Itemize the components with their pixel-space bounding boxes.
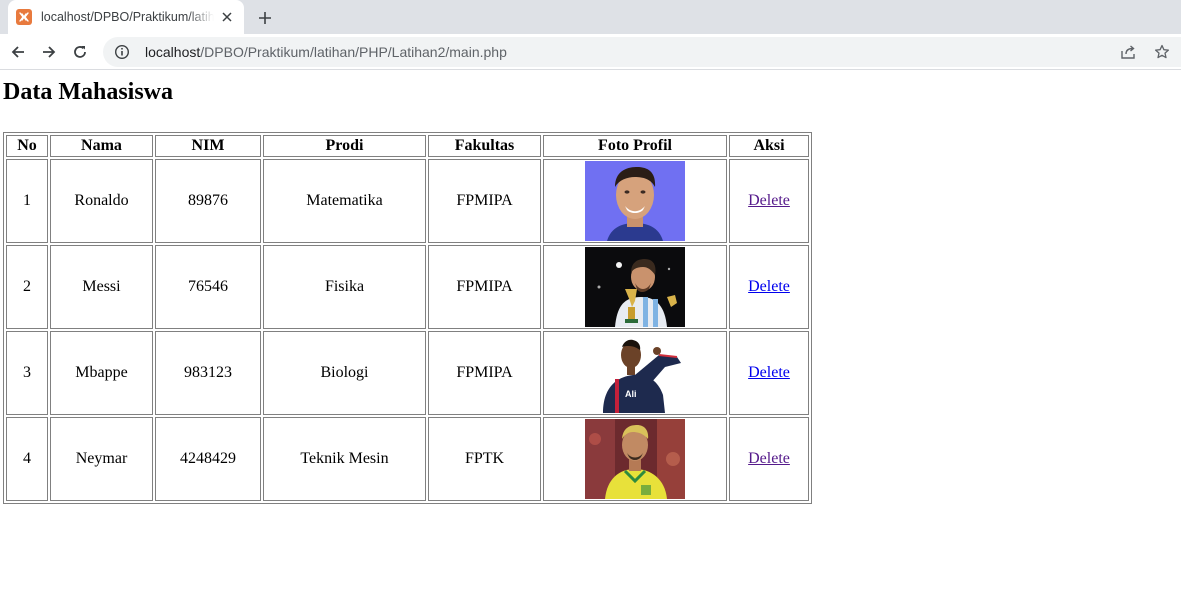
cell-nim: 983123: [155, 331, 261, 415]
cell-no: 4: [6, 417, 48, 501]
cell-no: 1: [6, 159, 48, 243]
cell-foto: [543, 417, 727, 501]
cell-foto: Ali: [543, 331, 727, 415]
cell-fakultas: FPTK: [428, 417, 541, 501]
table-row: 3 Mbappe 983123 Biologi FPMIPA Ali Delet…: [6, 331, 809, 415]
cell-fakultas: FPMIPA: [428, 245, 541, 329]
cell-nim: 76546: [155, 245, 261, 329]
header-prodi: Prodi: [263, 135, 426, 157]
header-fakultas: Fakultas: [428, 135, 541, 157]
header-nim: NIM: [155, 135, 261, 157]
bookmark-star-icon[interactable]: [1147, 37, 1177, 67]
cell-aksi: Delete: [729, 245, 809, 329]
cell-nim: 89876: [155, 159, 261, 243]
table-row: 4 Neymar 4248429 Teknik Mesin FPTK Delet…: [6, 417, 809, 501]
profile-photo-portrait: [585, 161, 685, 241]
browser-toolbar: localhost/DPBO/Praktikum/latihan/PHP/Lat…: [0, 34, 1181, 70]
table-row: 2 Messi 76546 Fisika FPMIPA Delete: [6, 245, 809, 329]
cell-prodi: Biologi: [263, 331, 426, 415]
table-header-row: No Nama NIM Prodi Fakultas Foto Profil A…: [6, 135, 809, 157]
share-icon[interactable]: [1113, 37, 1143, 67]
cell-nama: Mbappe: [50, 331, 153, 415]
cell-fakultas: FPMIPA: [428, 159, 541, 243]
cell-aksi: Delete: [729, 331, 809, 415]
delete-link[interactable]: Delete: [748, 364, 790, 381]
delete-link[interactable]: Delete: [748, 450, 790, 467]
delete-link[interactable]: Delete: [748, 278, 790, 295]
profile-photo-trophy: [585, 247, 685, 327]
address-bar[interactable]: localhost/DPBO/Praktikum/latihan/PHP/Lat…: [103, 37, 1181, 67]
svg-text:Ali: Ali: [625, 389, 637, 399]
cell-nama: Neymar: [50, 417, 153, 501]
header-nama: Nama: [50, 135, 153, 157]
cell-no: 2: [6, 245, 48, 329]
browser-tab[interactable]: localhost/DPBO/Praktikum/latihan/PHP/Lat…: [8, 0, 244, 34]
browser-chrome: localhost/DPBO/Praktikum/latihan/PHP/Lat…: [0, 0, 1181, 70]
cell-foto: [543, 245, 727, 329]
close-tab-icon[interactable]: [218, 8, 236, 26]
cell-nama: Messi: [50, 245, 153, 329]
page-title: Data Mahasiswa: [3, 79, 174, 105]
header-aksi: Aksi: [729, 135, 809, 157]
profile-photo-jersey: Ali: [585, 333, 685, 413]
mahasiswa-table: No Nama NIM Prodi Fakultas Foto Profil A…: [3, 132, 812, 504]
cell-nim: 4248429: [155, 417, 261, 501]
delete-link[interactable]: Delete: [748, 192, 790, 209]
page-content: Data Mahasiswa No Nama NIM Prodi Fakulta…: [0, 78, 1181, 504]
cell-nama: Ronaldo: [50, 159, 153, 243]
header-no: No: [6, 135, 48, 157]
cell-fakultas: FPMIPA: [428, 331, 541, 415]
cell-foto: [543, 159, 727, 243]
new-tab-plus-icon[interactable]: [254, 7, 276, 29]
forward-arrow-icon[interactable]: [35, 38, 63, 66]
profile-photo-yellow-jersey: [585, 419, 685, 499]
cell-aksi: Delete: [729, 159, 809, 243]
xampp-favicon-icon: [16, 9, 32, 25]
url-text: localhost/DPBO/Praktikum/latihan/PHP/Lat…: [145, 44, 507, 60]
address-bar-actions: [1113, 37, 1181, 67]
cell-prodi: Teknik Mesin: [263, 417, 426, 501]
cell-no: 3: [6, 331, 48, 415]
reload-icon[interactable]: [66, 38, 94, 66]
url-host: localhost: [145, 44, 201, 60]
cell-aksi: Delete: [729, 417, 809, 501]
cell-prodi: Fisika: [263, 245, 426, 329]
cell-prodi: Matematika: [263, 159, 426, 243]
url-path: /DPBO/Praktikum/latihan/PHP/Latihan2/mai…: [200, 44, 507, 60]
site-info-icon[interactable]: [113, 43, 131, 61]
tab-title: localhost/DPBO/Praktikum/latihan/PHP/Lat…: [41, 10, 215, 24]
back-arrow-icon[interactable]: [4, 38, 32, 66]
header-foto-profil: Foto Profil: [543, 135, 727, 157]
table-row: 1 Ronaldo 89876 Matematika FPMIPA Delete: [6, 159, 809, 243]
tab-strip: localhost/DPBO/Praktikum/latihan/PHP/Lat…: [0, 0, 1181, 34]
